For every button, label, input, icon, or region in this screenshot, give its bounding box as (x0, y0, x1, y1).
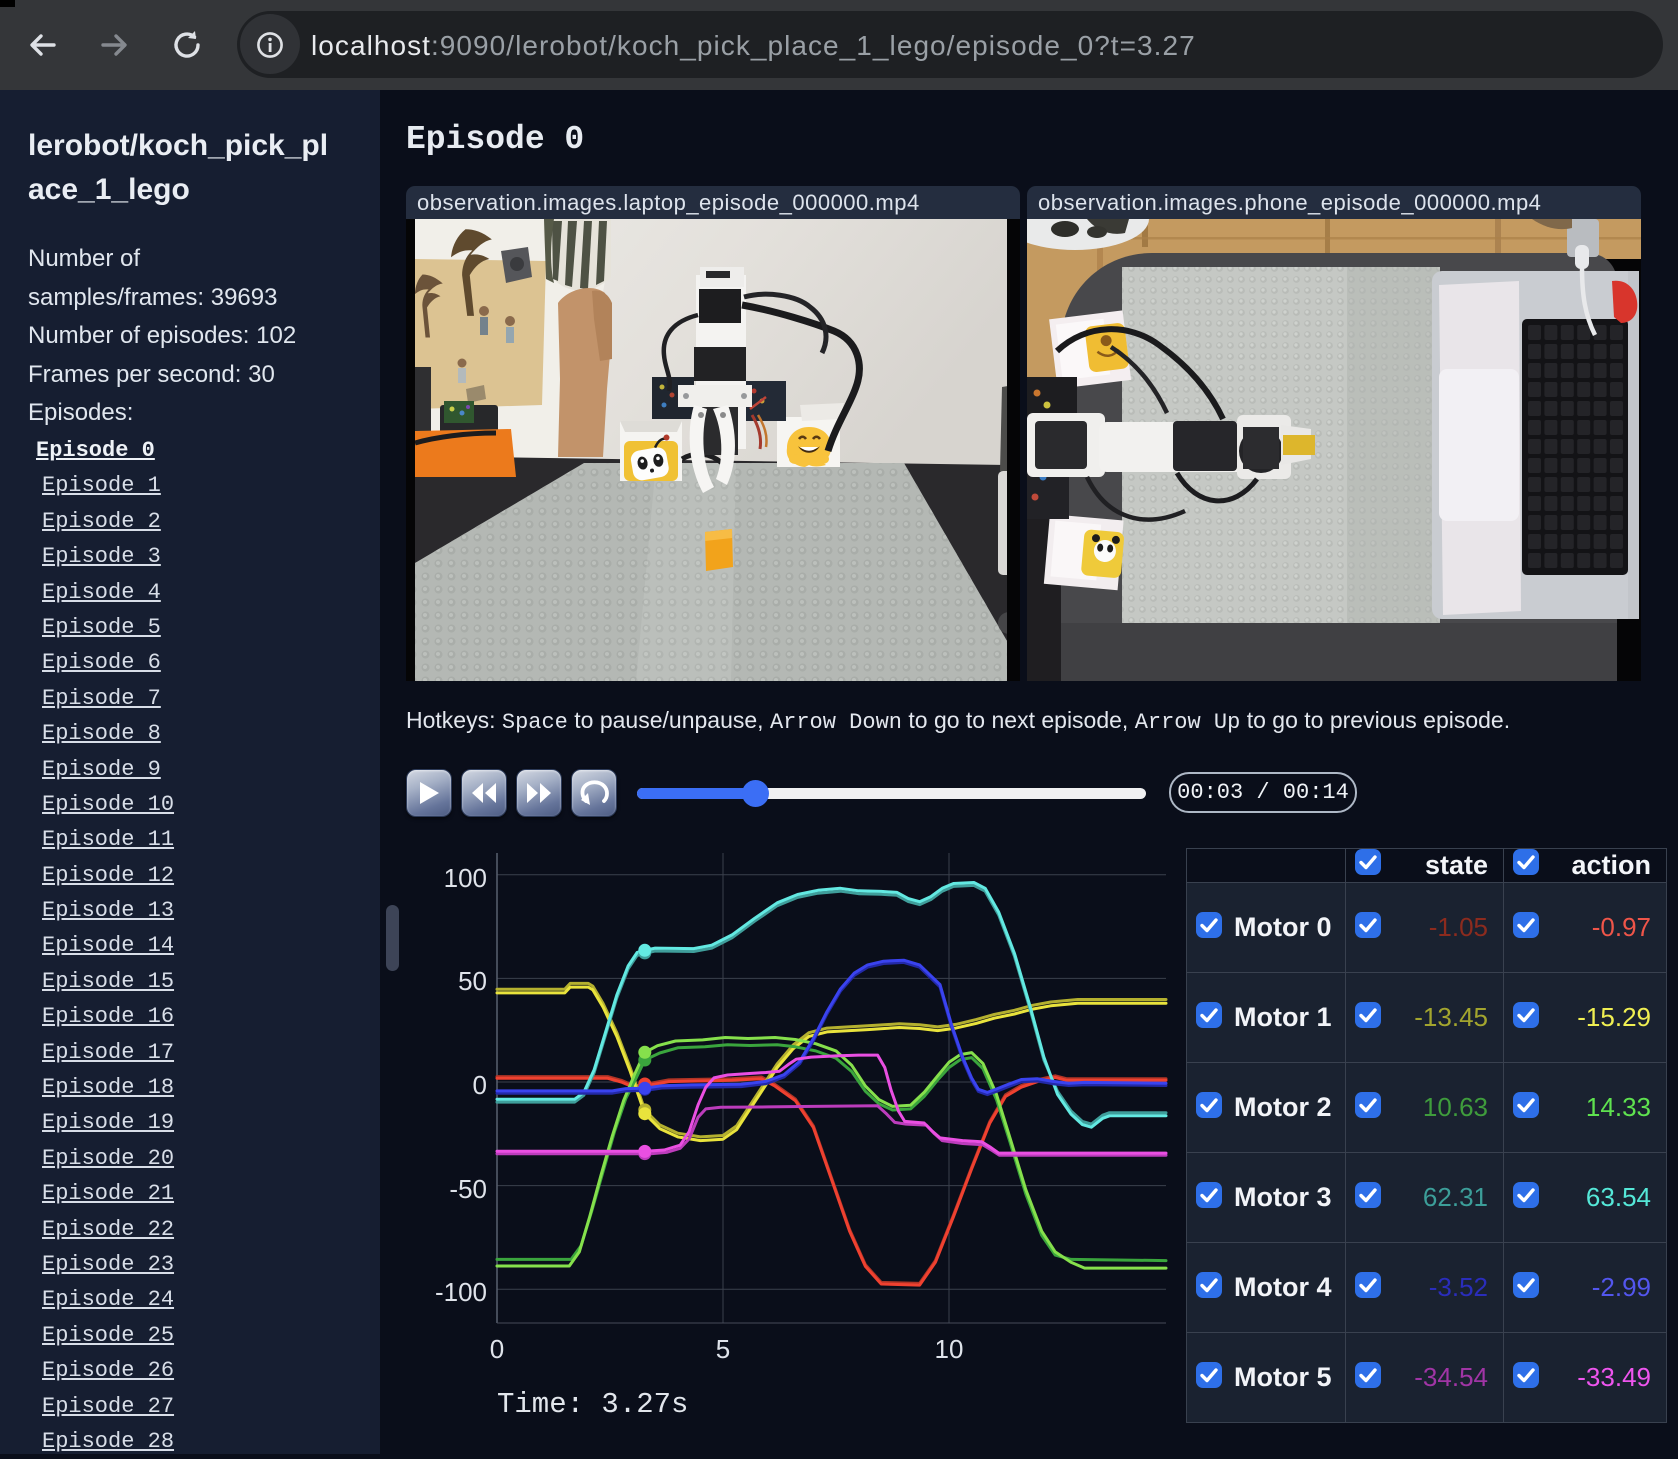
svg-text:10: 10 (935, 1334, 964, 1364)
svg-text:5: 5 (716, 1334, 730, 1364)
svg-text:-50: -50 (449, 1174, 487, 1204)
svg-text:0: 0 (473, 1070, 487, 1100)
svg-text:-100: -100 (435, 1277, 487, 1307)
svg-text:0: 0 (490, 1334, 504, 1364)
svg-text:100: 100 (444, 863, 487, 893)
svg-text:50: 50 (458, 966, 487, 996)
